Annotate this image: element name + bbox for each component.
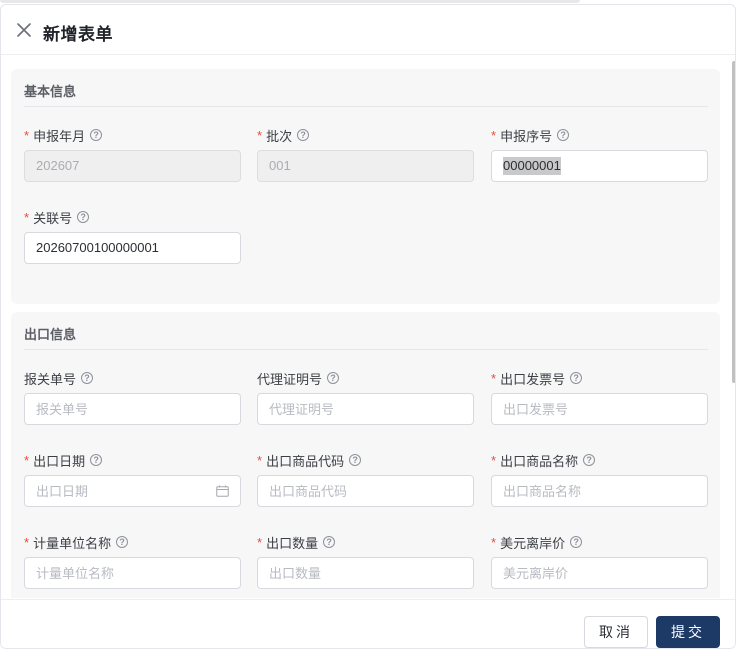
required-mark: * <box>491 127 497 143</box>
link-no-input[interactable]: 20260700100000001 <box>24 232 241 264</box>
agent-cert-no-input[interactable] <box>257 393 474 425</box>
link-no-label: 关联号 <box>33 210 73 226</box>
fob-usd-label: 美元离岸价 <box>500 535 566 551</box>
required-mark: * <box>257 534 263 550</box>
help-icon[interactable]: ? <box>297 129 310 141</box>
field-label: * 美元离岸价 ? <box>491 534 583 551</box>
field-label: * 出口商品代码 ? <box>257 452 362 469</box>
field-label: * 出口发票号 ? <box>491 370 583 387</box>
help-icon[interactable]: ? <box>90 454 103 466</box>
goods-code-input[interactable] <box>257 475 474 507</box>
close-icon[interactable] <box>15 21 33 39</box>
batch-label: 批次 <box>266 128 293 144</box>
dialog-title: 新增表单 <box>43 25 113 44</box>
report-month-label: 申报年月 <box>33 128 86 144</box>
field-label: * 出口商品名称 ? <box>491 452 596 469</box>
goods-name-input[interactable] <box>491 475 708 507</box>
required-mark: * <box>24 452 30 468</box>
help-icon[interactable]: ? <box>570 536 583 548</box>
export-date-input[interactable] <box>24 475 241 507</box>
unit-name-label: 计量单位名称 <box>33 535 112 551</box>
export-date-label: 出口日期 <box>33 453 86 469</box>
help-icon[interactable]: ? <box>323 536 336 548</box>
required-mark: * <box>24 127 30 143</box>
fob-usd-input[interactable] <box>491 557 708 589</box>
help-icon[interactable]: ? <box>349 454 362 466</box>
selected-text: 00000001 <box>503 157 561 175</box>
goods-code-label: 出口商品代码 <box>266 453 345 469</box>
batch-input: 001 <box>257 150 474 182</box>
field-label: * 申报年月 ? <box>24 127 103 144</box>
required-mark: * <box>491 370 497 386</box>
help-icon[interactable]: ? <box>327 372 340 384</box>
section-divider <box>24 106 708 107</box>
required-mark: * <box>491 534 497 550</box>
calendar-icon[interactable] <box>216 485 229 497</box>
dialog-header: 新增表单 <box>1 5 735 55</box>
scrollbar-thumb[interactable] <box>732 61 735 383</box>
unit-name-input[interactable] <box>24 557 241 589</box>
agent-cert-no-label: 代理证明号 <box>257 371 323 387</box>
dialog-footer: 取消 提交 <box>1 599 735 648</box>
invoice-no-label: 出口发票号 <box>500 371 566 387</box>
field-label: * 申报序号 ? <box>491 127 570 144</box>
dialog-body[interactable]: 基本信息 * 申报年月 ? 202607 * 批次 ? 001 * 申报序号 ?… <box>1 56 727 598</box>
field-label: * 关联号 ? <box>24 209 90 226</box>
field-label: * 批次 ? <box>257 127 310 144</box>
export-info-section: 出口信息 报关单号 ? 代理证明号 ? * 出口发票号 <box>11 312 720 598</box>
field-label: * 计量单位名称 ? <box>24 534 129 551</box>
customs-no-input[interactable] <box>24 393 241 425</box>
field-label: * 出口日期 ? <box>24 452 103 469</box>
help-icon[interactable]: ? <box>557 129 570 141</box>
required-mark: * <box>491 452 497 468</box>
required-mark: * <box>24 534 30 550</box>
section-title: 基本信息 <box>24 84 77 99</box>
help-icon[interactable]: ? <box>570 372 583 384</box>
help-icon[interactable]: ? <box>90 129 103 141</box>
section-title: 出口信息 <box>24 327 77 342</box>
submit-button[interactable]: 提交 <box>656 616 720 648</box>
field-label: * 出口数量 ? <box>257 534 336 551</box>
help-icon[interactable]: ? <box>81 372 94 384</box>
invoice-no-input[interactable] <box>491 393 708 425</box>
top-scrollbar <box>0 0 580 3</box>
goods-name-label: 出口商品名称 <box>500 453 579 469</box>
quantity-input[interactable] <box>257 557 474 589</box>
report-seq-label: 申报序号 <box>500 128 553 144</box>
help-icon[interactable]: ? <box>116 536 129 548</box>
field-label: 报关单号 ? <box>24 370 94 387</box>
field-label: 代理证明号 ? <box>257 370 340 387</box>
help-icon[interactable]: ? <box>583 454 596 466</box>
report-seq-input[interactable]: 00000001 <box>491 150 708 182</box>
help-icon[interactable]: ? <box>77 211 90 223</box>
required-mark: * <box>24 209 30 225</box>
customs-no-label: 报关单号 <box>24 371 77 387</box>
required-mark: * <box>257 452 263 468</box>
report-month-input: 202607 <box>24 150 241 182</box>
quantity-label: 出口数量 <box>266 535 319 551</box>
cancel-button[interactable]: 取消 <box>584 616 648 648</box>
required-mark: * <box>257 127 263 143</box>
basic-info-section: 基本信息 * 申报年月 ? 202607 * 批次 ? 001 * 申报序号 ?… <box>11 69 720 304</box>
add-form-dialog: 新增表单 基本信息 * 申报年月 ? 202607 * 批次 ? 001 * 申… <box>0 4 736 649</box>
section-divider <box>24 349 708 350</box>
